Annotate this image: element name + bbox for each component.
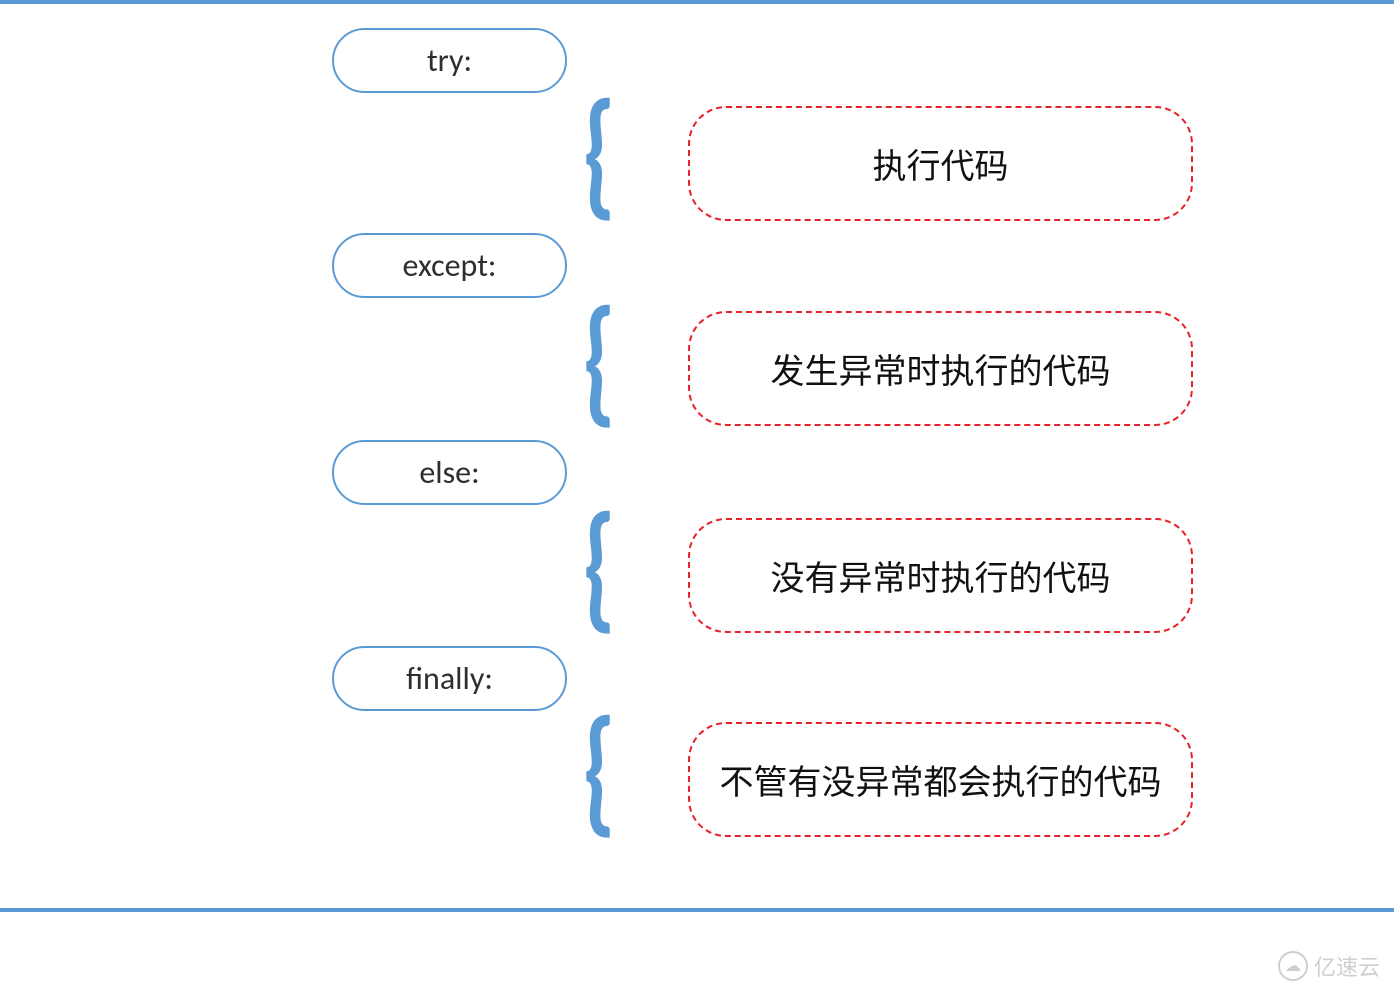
watermark-text: 亿速云 [1314,950,1380,982]
desc-label: 发生异常时执行的代码 [771,344,1111,393]
brace-icon: { [582,83,616,223]
bottom-border-bar [0,908,1394,912]
keyword-label: finally: [406,659,493,698]
desc-label: 没有异常时执行的代码 [771,551,1111,600]
watermark: ☁ 亿速云 [1278,950,1380,982]
brace-icon: { [582,290,616,430]
desc-pill-try: 执行代码 [688,106,1193,221]
brace-icon: { [582,700,616,840]
keyword-label: try: [427,41,472,80]
keyword-pill-finally: finally: [332,646,567,711]
keyword-pill-try: try: [332,28,567,93]
keyword-label: except: [403,246,497,285]
desc-label: 不管有没异常都会执行的代码 [720,755,1162,804]
cloud-icon: ☁ [1278,951,1308,981]
keyword-pill-except: except: [332,233,567,298]
top-border-bar [0,0,1394,4]
keyword-label: else: [419,453,479,492]
desc-pill-else: 没有异常时执行的代码 [688,518,1193,633]
brace-icon: { [582,496,616,636]
desc-pill-finally: 不管有没异常都会执行的代码 [688,722,1193,837]
desc-label: 执行代码 [873,139,1009,188]
desc-pill-except: 发生异常时执行的代码 [688,311,1193,426]
keyword-pill-else: else: [332,440,567,505]
